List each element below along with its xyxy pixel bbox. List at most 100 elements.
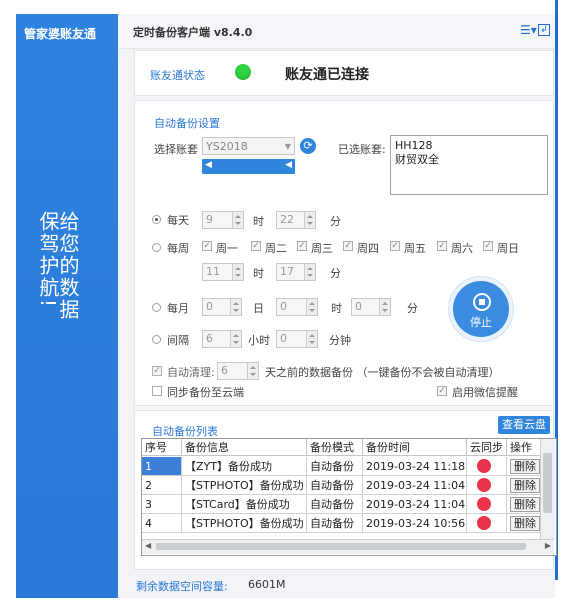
weekday-checkbox-tue[interactable]: ✓: [251, 241, 261, 251]
weekday-checkbox-fri[interactable]: ✓: [390, 241, 400, 251]
backup-table[interactable]: 序号 备份信息 备份模式 备份时间 云同步 操作 1 【ZYT】备份成功 自动备…: [141, 438, 557, 556]
weekday-checkbox-thu[interactable]: ✓: [343, 241, 353, 251]
backup-time: 2019-03-24 11:04: [363, 476, 467, 495]
wechat-checkbox[interactable]: ✓: [437, 386, 447, 396]
column-header[interactable]: 备份信息: [182, 439, 307, 456]
column-header[interactable]: 备份模式: [307, 439, 363, 456]
scroll-thumb[interactable]: [156, 543, 526, 550]
table-row[interactable]: 4 【STPHOTO】备份成功 自动备份 2019-03-24 10:56 删除: [142, 514, 556, 533]
account-select-value: YS2018: [206, 140, 248, 153]
daily-radio[interactable]: [152, 215, 161, 224]
weekday-label: 周一: [216, 242, 238, 255]
cloud-sync-cell: [467, 476, 507, 495]
delete-button[interactable]: 删除: [510, 478, 540, 493]
daily-minute-stepper[interactable]: 22: [276, 211, 316, 229]
delete-button[interactable]: 删除: [510, 497, 540, 512]
account-select[interactable]: YS2018 ▼: [202, 137, 295, 155]
sidebar-slogan: 给您的数据 保驾护航!: [36, 211, 80, 321]
daily-hour-stepper[interactable]: 9: [202, 211, 244, 229]
auto-clean-checkbox[interactable]: ✓: [152, 366, 162, 376]
monthly-radio[interactable]: [152, 303, 161, 312]
interval-hours-value: 6: [206, 332, 213, 345]
refresh-icon[interactable]: ⟳: [300, 138, 316, 154]
weekday-label: 周二: [265, 242, 287, 255]
column-header[interactable]: 备份时间: [363, 439, 467, 456]
monthly-minute-stepper[interactable]: 0: [351, 298, 391, 316]
sync-cloud-checkbox[interactable]: [152, 386, 162, 396]
auto-clean-days-stepper[interactable]: 6: [217, 362, 259, 380]
daily-label: 每天: [167, 214, 189, 227]
weekday-checkbox-mon[interactable]: ✓: [202, 241, 212, 251]
interval-minutes-stepper[interactable]: 0: [276, 330, 318, 348]
storage-label: 剩余数据空间容量:: [136, 580, 228, 593]
table-row[interactable]: 1 【ZYT】备份成功 自动备份 2019-03-24 11:18 删除: [142, 457, 556, 476]
column-header[interactable]: 序号: [142, 439, 182, 456]
daily-minute-value: 22: [280, 213, 294, 226]
stop-icon: [473, 293, 491, 311]
backup-time: 2019-03-24 10:56: [363, 514, 467, 533]
stop-button-face: 停止: [453, 281, 509, 337]
auto-clean-suffix: 天之前的数据备份 （一键备份不会被自动清理）: [265, 366, 500, 379]
column-header[interactable]: 操作: [507, 439, 541, 456]
action-cell: 删除: [507, 495, 541, 514]
minutes-unit: 分钟: [329, 334, 351, 347]
backup-mode: 自动备份: [307, 476, 363, 495]
status-label: 账友通状态: [150, 69, 205, 82]
account-slider[interactable]: ◀ ◀: [202, 159, 295, 174]
table-row[interactable]: 3 【STCard】备份成功 自动备份 2019-03-24 11:04 删除: [142, 495, 556, 514]
interval-hours-stepper[interactable]: 6: [202, 330, 242, 348]
backup-time: 2019-03-24 11:18: [363, 457, 467, 476]
weekly-minute-stepper[interactable]: 17: [276, 263, 316, 281]
weekday-checkbox-wed[interactable]: ✓: [297, 241, 307, 251]
weekday-checkbox-sun[interactable]: ✓: [483, 241, 493, 251]
stop-button[interactable]: 停止: [448, 276, 514, 342]
arrow-left-icon: ◀: [205, 160, 212, 170]
row-number: 1: [142, 457, 182, 476]
backup-mode: 自动备份: [307, 495, 363, 514]
sync-status-dot: [477, 497, 491, 511]
backup-list-title: 自动备份列表: [152, 425, 218, 438]
action-cell: 删除: [507, 514, 541, 533]
backup-info: 【STPHOTO】备份成功: [182, 476, 307, 495]
scroll-thumb[interactable]: [543, 453, 552, 513]
monthly-hour-stepper[interactable]: 0: [276, 298, 318, 316]
sidebar-title: 管家婆账友通: [24, 27, 97, 41]
interval-radio[interactable]: [152, 335, 161, 344]
arrow-right-icon: ◀: [285, 160, 292, 170]
auto-clean-days-value: 6: [221, 364, 228, 377]
weekly-minute-value: 17: [280, 265, 294, 278]
interval-minutes-value: 0: [280, 332, 287, 345]
minute-unit: 分: [330, 267, 341, 280]
monthly-minute-value: 0: [355, 300, 362, 313]
backup-info: 【ZYT】备份成功: [182, 457, 307, 476]
sync-status-dot: [477, 516, 491, 530]
scroll-right-icon[interactable]: ▶: [545, 541, 551, 550]
connection-status-dot: [235, 64, 251, 80]
monthly-day-stepper[interactable]: 0: [202, 298, 242, 316]
selected-accounts-box[interactable]: HH128 财贸双全: [390, 135, 548, 195]
sync-cloud-label: 同步备份至云端: [167, 386, 244, 399]
table-row[interactable]: 2 【STPHOTO】备份成功 自动备份 2019-03-24 11:04 删除: [142, 476, 556, 495]
backup-info: 【STPHOTO】备份成功: [182, 514, 307, 533]
column-header[interactable]: 云同步: [467, 439, 507, 456]
exit-icon[interactable]: ↲: [538, 24, 550, 36]
title-bar: 定时备份客户端 v8.4.0 ☰▾ ↲: [118, 14, 555, 49]
chevron-down-icon: ▼: [284, 142, 291, 151]
weekly-label: 每周: [167, 242, 189, 255]
storage-value: 6601M: [248, 578, 286, 591]
stop-button-label: 停止: [470, 316, 492, 329]
horizontal-scrollbar[interactable]: ◀ ▶: [142, 539, 554, 554]
delete-button[interactable]: 删除: [510, 516, 540, 531]
vertical-scrollbar[interactable]: [540, 439, 555, 539]
delete-button[interactable]: 删除: [510, 459, 540, 474]
weekday-checkbox-sat[interactable]: ✓: [437, 241, 447, 251]
sync-status-dot: [477, 478, 491, 492]
weekly-radio[interactable]: [152, 243, 161, 252]
list-menu-icon[interactable]: ☰▾: [520, 23, 537, 37]
monthly-hour-value: 0: [280, 300, 287, 313]
view-cloud-button[interactable]: 查看云盘: [498, 416, 550, 434]
weekly-hour-stepper[interactable]: 11: [202, 263, 244, 281]
scroll-left-icon[interactable]: ◀: [145, 541, 151, 550]
wechat-label: 启用微信提醒: [452, 386, 518, 399]
row-number: 2: [142, 476, 182, 495]
